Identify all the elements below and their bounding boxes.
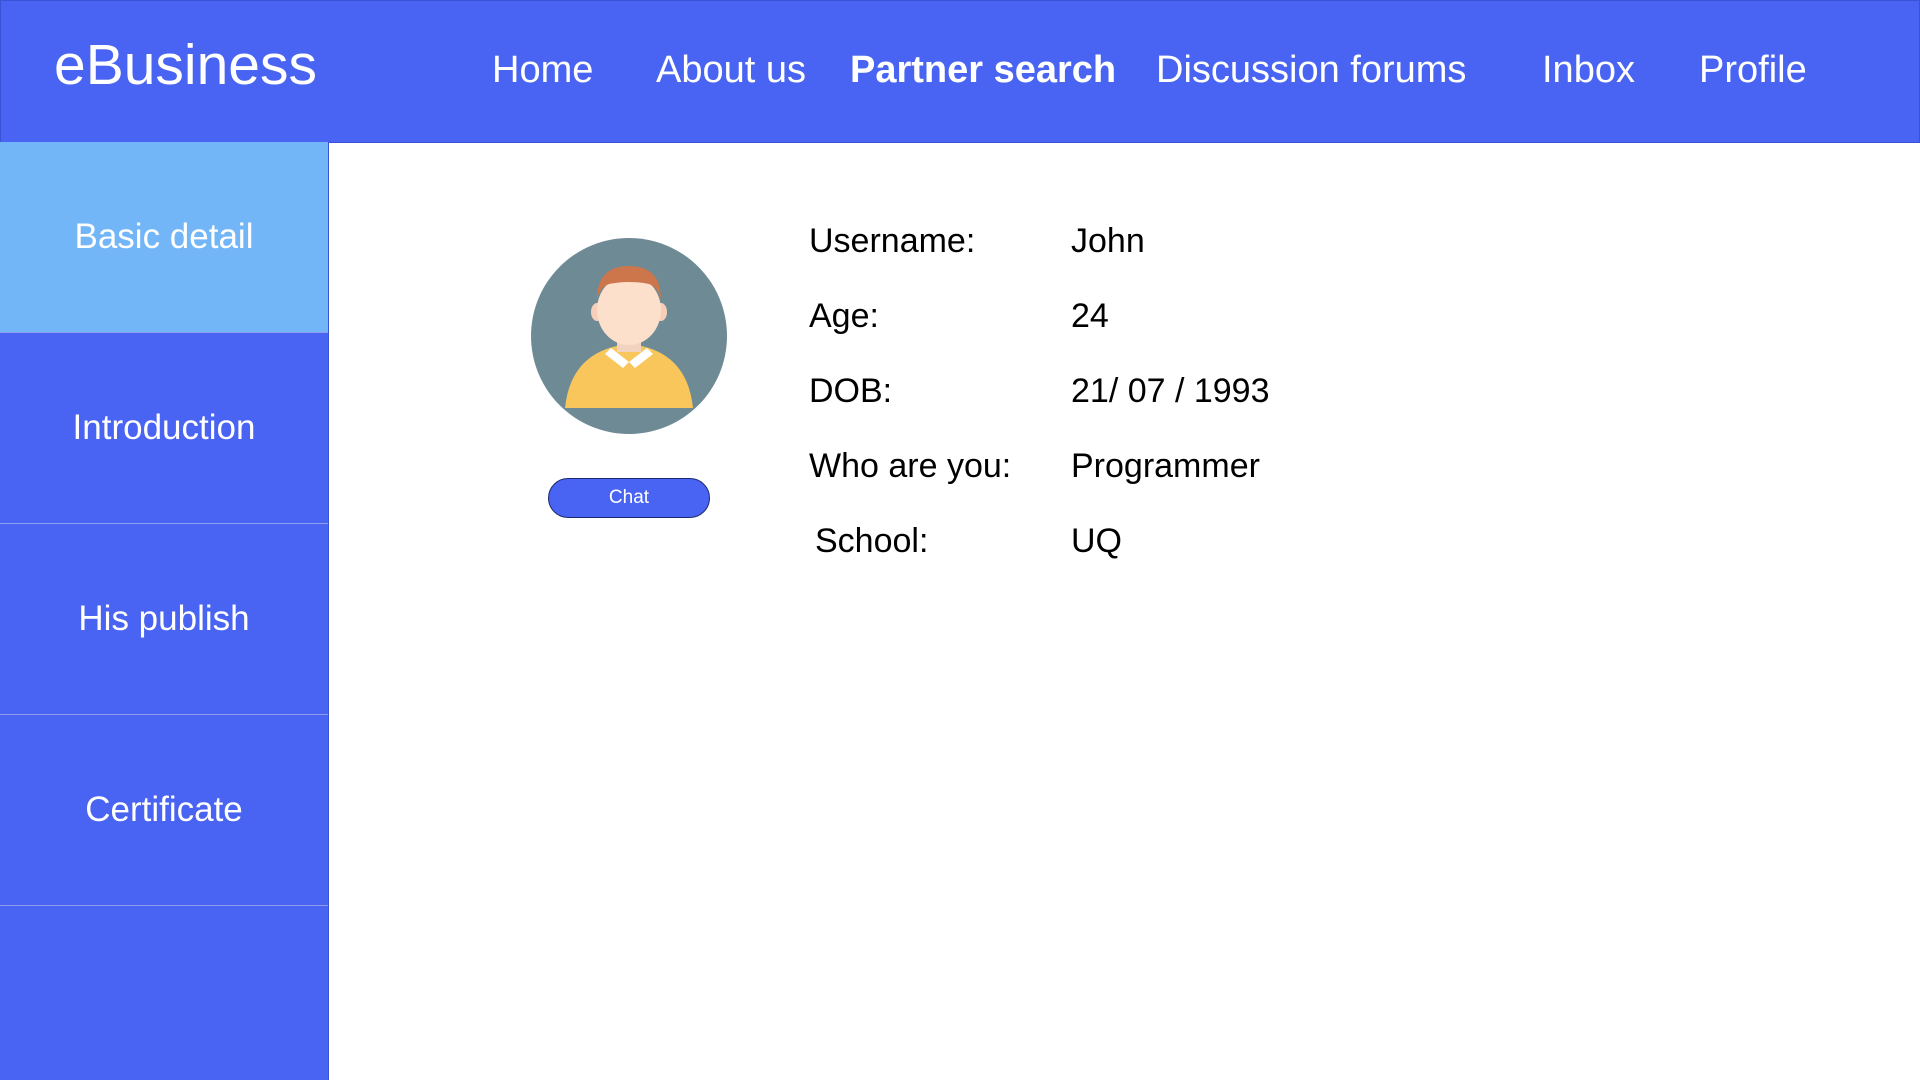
dob-value: 21/ 07 / 1993 xyxy=(1071,372,1270,410)
brand-logo[interactable]: eBusiness xyxy=(54,37,317,94)
nav-partner-search[interactable]: Partner search xyxy=(850,51,1116,89)
username-label: Username: xyxy=(809,222,976,260)
sidebar: Basic detail Introduction His publish Ce… xyxy=(0,142,329,1080)
dob-label: DOB: xyxy=(809,372,893,410)
sidebar-item-label: Certificate xyxy=(85,790,243,829)
nav-discussion-forums[interactable]: Discussion forums xyxy=(1156,51,1466,89)
age-label: Age: xyxy=(809,297,879,335)
sidebar-item-certificate[interactable]: Certificate xyxy=(0,715,328,906)
app-root: eBusiness Home About us Partner search D… xyxy=(0,0,1920,1080)
nav-profile[interactable]: Profile xyxy=(1699,51,1807,89)
who-are-you-label: Who are you: xyxy=(809,447,1012,485)
chat-button-label: Chat xyxy=(608,487,650,508)
sidebar-item-label: Basic detail xyxy=(74,217,254,256)
school-label: School: xyxy=(815,522,929,560)
nav-inbox[interactable]: Inbox xyxy=(1542,51,1635,89)
sidebar-item-basic-detail[interactable]: Basic detail xyxy=(0,142,328,333)
school-value: UQ xyxy=(1071,522,1122,560)
chat-button[interactable]: Chat xyxy=(548,478,710,518)
sidebar-item-label: His publish xyxy=(78,599,250,638)
user-avatar-icon xyxy=(531,238,727,434)
top-header: eBusiness Home About us Partner search D… xyxy=(0,0,1920,143)
nav-home[interactable]: Home xyxy=(492,51,593,89)
who-are-you-value: Programmer xyxy=(1071,447,1260,485)
username-value: John xyxy=(1071,222,1145,260)
nav-about-us[interactable]: About us xyxy=(656,51,806,89)
sidebar-item-his-publish[interactable]: His publish xyxy=(0,524,328,715)
sidebar-item-introduction[interactable]: Introduction xyxy=(0,333,328,524)
sidebar-item-label: Introduction xyxy=(72,408,256,447)
age-value: 24 xyxy=(1071,297,1109,335)
